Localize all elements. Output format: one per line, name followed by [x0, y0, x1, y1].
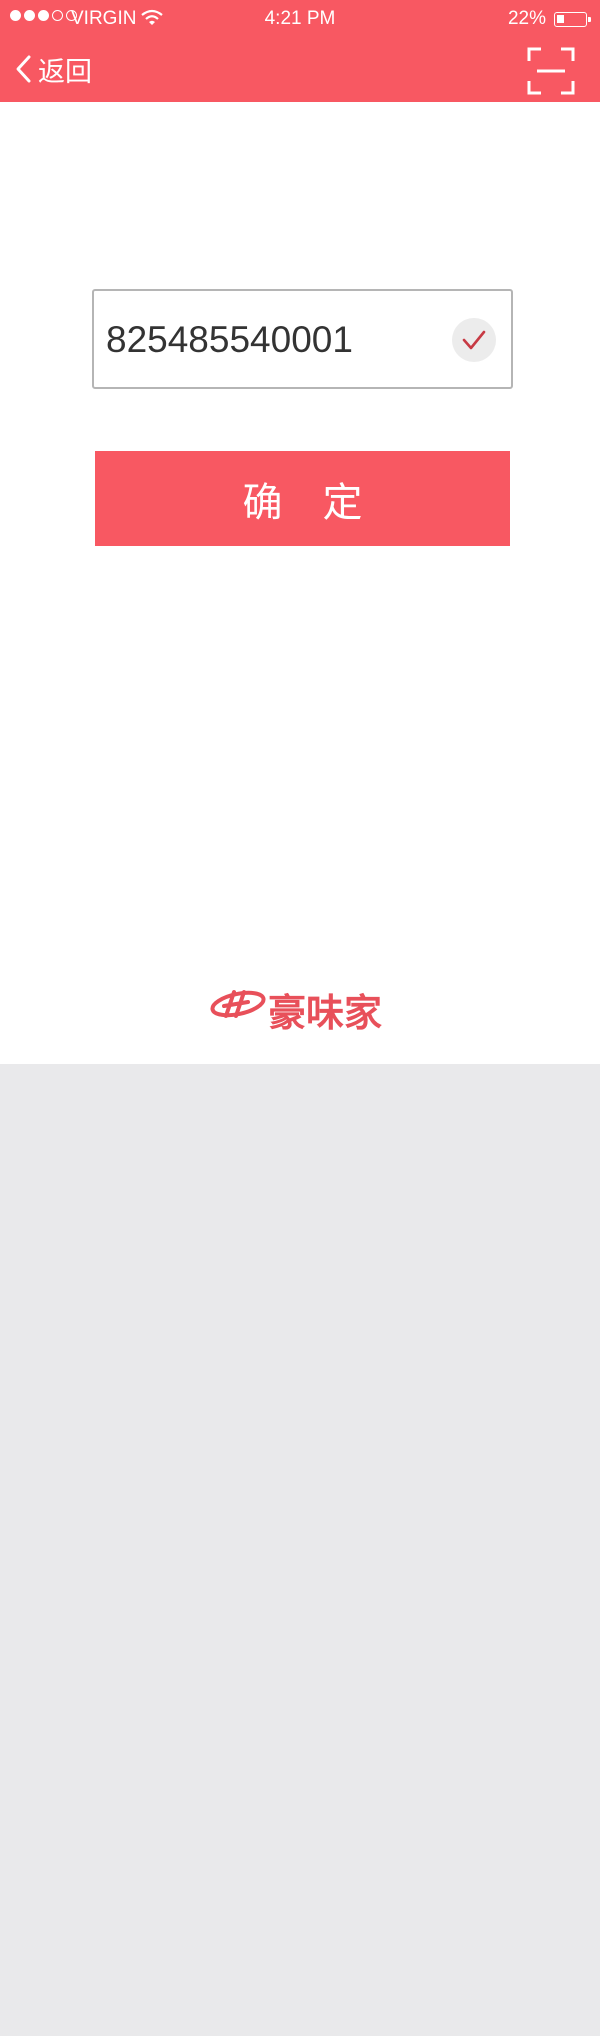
code-field[interactable] — [92, 289, 513, 389]
code-input[interactable] — [106, 313, 426, 367]
scan-icon[interactable] — [527, 47, 575, 95]
status-bar: VIRGIN 4:21 PM 22% — [0, 0, 600, 40]
confirm-button[interactable]: 确定 — [95, 451, 510, 546]
header-bar: VIRGIN 4:21 PM 22% 返回 — [0, 0, 600, 102]
chevron-left-icon — [16, 55, 31, 83]
back-label: 返回 — [38, 56, 92, 87]
main-content: 确定 豪味家 — [0, 102, 600, 1064]
battery-icon — [554, 12, 591, 27]
check-icon — [462, 330, 486, 350]
battery-percent: 22% — [507, 8, 546, 29]
brand-name: 豪味家 — [268, 991, 383, 1035]
check-badge — [452, 318, 496, 362]
back-button[interactable]: 返回 — [14, 48, 92, 90]
